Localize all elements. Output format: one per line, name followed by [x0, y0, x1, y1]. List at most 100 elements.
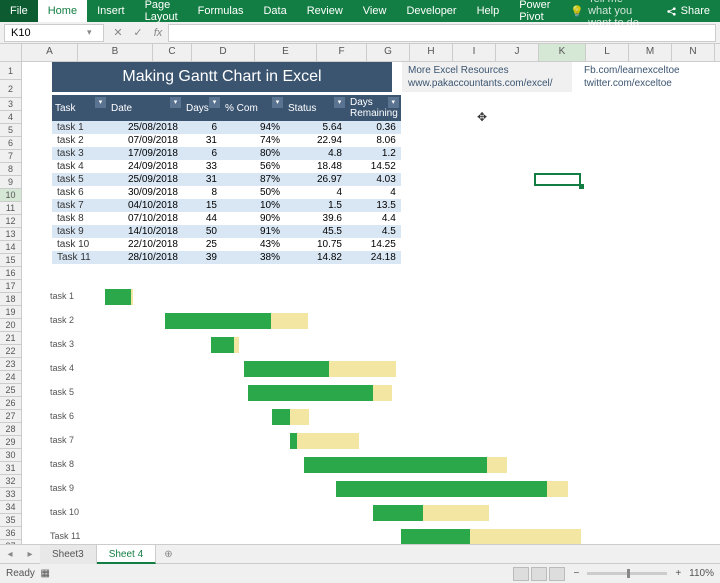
table-row[interactable]: Task 1128/10/20183938%14.8224.18 [52, 251, 401, 264]
row-header-7[interactable]: 7 [0, 150, 22, 163]
col-header-A[interactable]: A [22, 44, 78, 61]
filter-dropdown-icon[interactable]: ▾ [388, 97, 399, 108]
row-header-16[interactable]: 16 [0, 267, 22, 280]
row-header-13[interactable]: 13 [0, 228, 22, 241]
row-header-28[interactable]: 28 [0, 423, 22, 436]
row-header-11[interactable]: 11 [0, 202, 22, 215]
tell-me[interactable]: 💡Tell me what you want to do [560, 0, 655, 22]
col-header-F[interactable]: F [317, 44, 367, 61]
col-header-E[interactable]: E [255, 44, 317, 61]
col-header-K[interactable]: K [539, 44, 586, 61]
row-header-4[interactable]: 4 [0, 111, 22, 124]
enter-formula-icon[interactable]: ✓ [128, 26, 148, 39]
table-header[interactable]: Days Remaining▾ [347, 95, 401, 121]
row-header-34[interactable]: 34 [0, 501, 22, 514]
macro-record-icon[interactable]: ▦ [40, 568, 49, 579]
filter-dropdown-icon[interactable]: ▾ [95, 97, 106, 108]
selected-cell[interactable] [534, 173, 581, 186]
chevron-down-icon[interactable]: ▾ [87, 27, 97, 38]
page-layout-view-icon[interactable] [531, 567, 547, 581]
row-header-32[interactable]: 32 [0, 475, 22, 488]
table-row[interactable]: task 1022/10/20182543%10.7514.25 [52, 238, 401, 251]
tab-review[interactable]: Review [297, 0, 353, 22]
col-header-H[interactable]: H [410, 44, 453, 61]
tab-insert[interactable]: Insert [87, 0, 135, 22]
page-break-view-icon[interactable] [549, 567, 565, 581]
tab-power-pivot[interactable]: Power Pivot [509, 0, 560, 22]
spreadsheet-grid[interactable]: ABCDEFGHIJKLMN 1234567891011121314151617… [0, 44, 720, 544]
table-row[interactable]: task 424/09/20183356%18.4814.52 [52, 160, 401, 173]
table-header[interactable]: Task▾ [52, 95, 108, 121]
tab-help[interactable]: Help [467, 0, 510, 22]
col-header-M[interactable]: M [629, 44, 672, 61]
row-header-21[interactable]: 21 [0, 332, 22, 345]
tab-formulas[interactable]: Formulas [188, 0, 254, 22]
row-header-27[interactable]: 27 [0, 410, 22, 423]
row-header-2[interactable]: 2 [0, 80, 22, 98]
filter-dropdown-icon[interactable]: ▾ [272, 97, 283, 108]
table-header[interactable]: Status▾ [285, 95, 347, 121]
row-header-14[interactable]: 14 [0, 241, 22, 254]
table-row[interactable]: task 630/09/2018850%44 [52, 186, 401, 199]
row-header-3[interactable]: 3 [0, 98, 22, 111]
row-header-10[interactable]: 10 [0, 189, 22, 202]
sheet-tab-sheet3[interactable]: Sheet3 [40, 545, 97, 564]
tab-developer[interactable]: Developer [396, 0, 466, 22]
row-header-1[interactable]: 1 [0, 62, 22, 80]
name-box[interactable]: K10▾ [4, 24, 104, 42]
row-header-30[interactable]: 30 [0, 449, 22, 462]
col-header-C[interactable]: C [153, 44, 192, 61]
sheet-tab-sheet4[interactable]: Sheet 4 [97, 545, 156, 564]
row-header-33[interactable]: 33 [0, 488, 22, 501]
select-all-corner[interactable] [0, 44, 22, 61]
row-header-20[interactable]: 20 [0, 319, 22, 332]
col-header-J[interactable]: J [496, 44, 539, 61]
tab-home[interactable]: Home [38, 0, 87, 22]
zoom-out-button[interactable]: − [573, 568, 579, 579]
tab-page-layout[interactable]: Page Layout [135, 0, 188, 22]
tab-nav[interactable]: ◂▸ [0, 549, 40, 560]
row-header-26[interactable]: 26 [0, 397, 22, 410]
row-header-19[interactable]: 19 [0, 306, 22, 319]
tab-view[interactable]: View [353, 0, 397, 22]
row-header-12[interactable]: 12 [0, 215, 22, 228]
row-header-9[interactable]: 9 [0, 176, 22, 189]
table-header[interactable]: % Com▾ [222, 95, 285, 121]
fx-icon[interactable]: fx [148, 27, 168, 39]
zoom-slider[interactable] [587, 572, 667, 575]
row-header-17[interactable]: 17 [0, 280, 22, 293]
table-row[interactable]: task 125/08/2018694%5.640.36 [52, 121, 401, 134]
table-row[interactable]: task 704/10/20181510%1.513.5 [52, 199, 401, 212]
row-header-6[interactable]: 6 [0, 137, 22, 150]
filter-dropdown-icon[interactable]: ▾ [170, 97, 181, 108]
table-header[interactable]: Date▾ [108, 95, 183, 121]
tab-file[interactable]: File [0, 0, 38, 22]
filter-dropdown-icon[interactable]: ▾ [209, 97, 220, 108]
col-header-B[interactable]: B [78, 44, 153, 61]
col-header-D[interactable]: D [192, 44, 255, 61]
filter-dropdown-icon[interactable]: ▾ [334, 97, 345, 108]
table-header[interactable]: Days▾ [183, 95, 222, 121]
row-header-35[interactable]: 35 [0, 514, 22, 527]
table-row[interactable]: task 914/10/20185091%45.54.5 [52, 225, 401, 238]
col-header-G[interactable]: G [367, 44, 410, 61]
row-header-36[interactable]: 36 [0, 527, 22, 540]
row-header-8[interactable]: 8 [0, 163, 22, 176]
share-button[interactable]: Share [656, 5, 720, 17]
row-header-29[interactable]: 29 [0, 436, 22, 449]
table-row[interactable]: task 207/09/20183174%22.948.06 [52, 134, 401, 147]
zoom-level[interactable]: 110% [689, 568, 714, 579]
gantt-chart[interactable]: task 1 task 2 task 3 task 4 task 5 task … [50, 285, 670, 544]
add-sheet-button[interactable]: ⊕ [156, 549, 180, 560]
row-header-22[interactable]: 22 [0, 345, 22, 358]
row-header-18[interactable]: 18 [0, 293, 22, 306]
col-header-I[interactable]: I [453, 44, 496, 61]
cancel-formula-icon[interactable]: ✕ [108, 26, 128, 39]
zoom-in-button[interactable]: + [675, 568, 681, 579]
table-row[interactable]: task 317/09/2018680%4.81.2 [52, 147, 401, 160]
fill-handle[interactable] [579, 184, 584, 189]
normal-view-icon[interactable] [513, 567, 529, 581]
row-header-25[interactable]: 25 [0, 384, 22, 397]
row-header-37[interactable]: 37 [0, 540, 22, 544]
row-header-24[interactable]: 24 [0, 371, 22, 384]
